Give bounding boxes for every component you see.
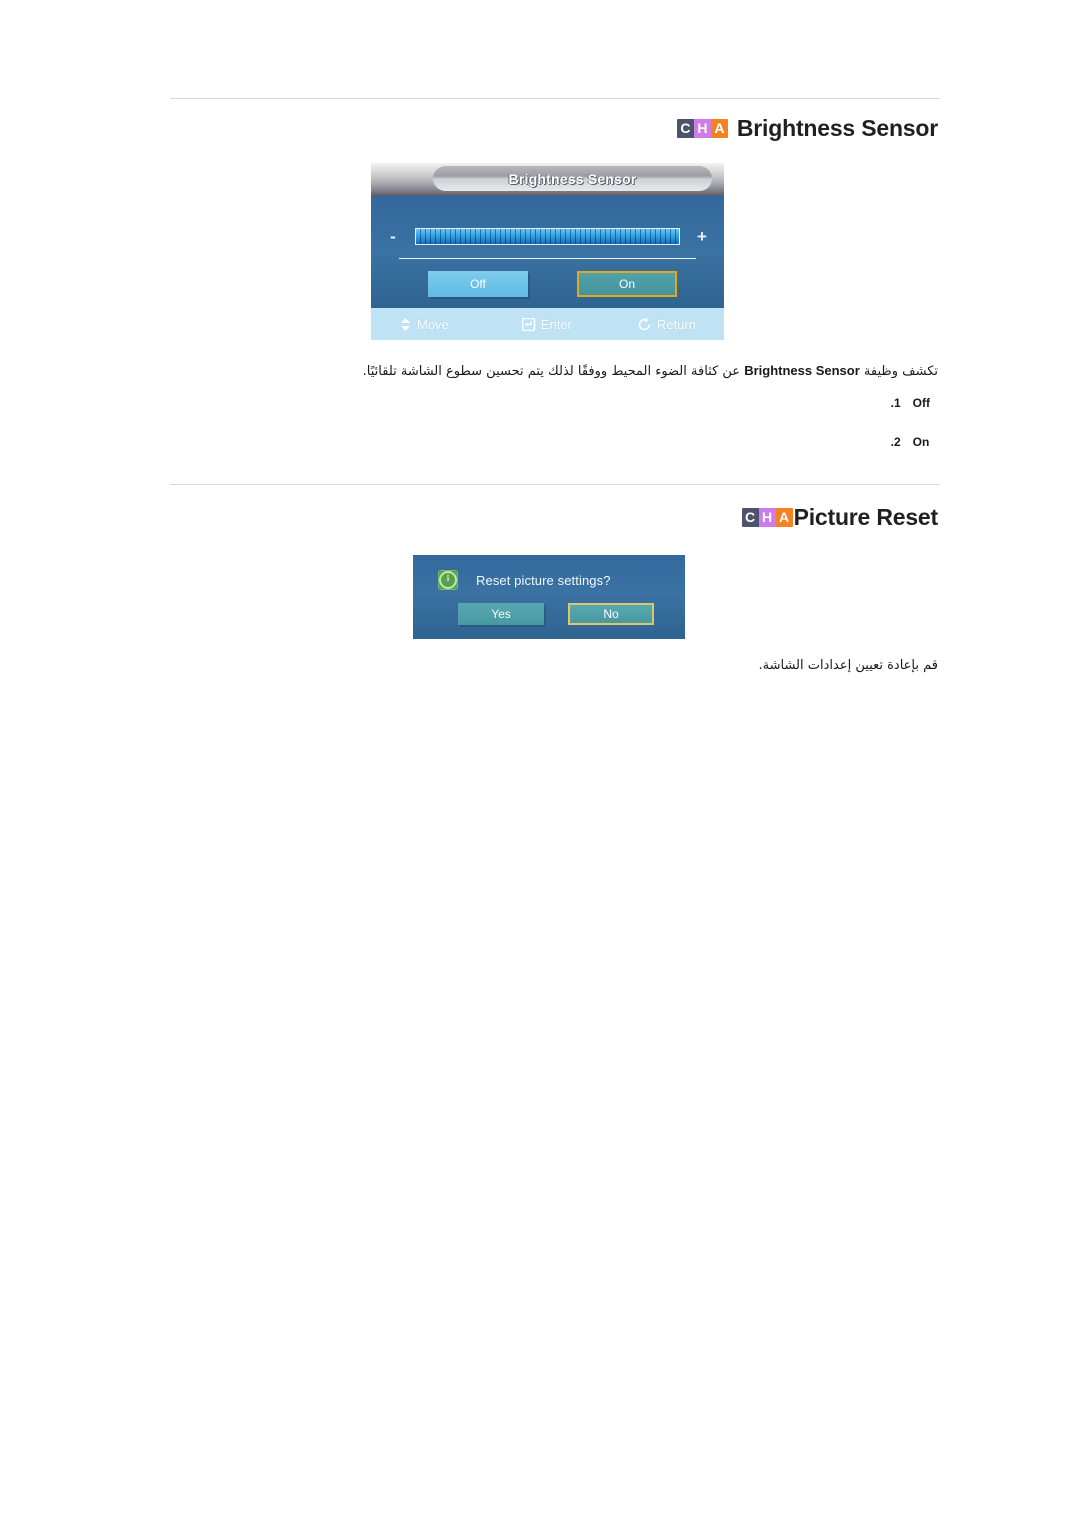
reset-dialog-buttons: Yes No — [413, 603, 685, 627]
cha-logo-icon: C H A — [676, 119, 728, 138]
reset-button-no[interactable]: No — [568, 603, 654, 625]
osd-titlebar: Brightness Sensor — [371, 163, 724, 196]
increase-icon[interactable]: + — [680, 228, 724, 245]
divider-middle — [170, 484, 940, 485]
cha-letter-c: C — [741, 508, 759, 527]
osd-title-pill: Brightness Sensor — [433, 166, 712, 191]
list-item: .2 On — [891, 435, 938, 474]
option-number-2: .2 — [890, 435, 901, 449]
option-number-1: .1 — [890, 396, 901, 410]
document-page: C H A Brightness Sensor Brightness Senso… — [0, 0, 1080, 1527]
list-item: .1 Off — [891, 396, 938, 435]
osd-body: - + Off On — [371, 196, 724, 308]
osd-hint-move-label: Move — [417, 316, 449, 332]
osd-hint-enter-label: Enter — [540, 316, 572, 332]
return-arrow-icon — [638, 317, 652, 331]
osd-panel-brightness-sensor: Brightness Sensor - + Off On Move Enter … — [371, 163, 724, 340]
reset-message-text: Reset picture settings? — [476, 572, 611, 588]
info-icon-glyph: i — [439, 571, 457, 589]
osd-panel-picture-reset: i Reset picture settings? Yes No — [413, 555, 685, 639]
paragraph-term-brightness-sensor: Brightness Sensor — [744, 363, 860, 378]
info-icon: i — [438, 570, 458, 590]
paragraph-picture-reset: قم بإعادة تعيين إعدادات الشاشة. — [758, 658, 939, 673]
section-heading-picture-reset: C H A Picture Reset — [741, 504, 939, 530]
heading-title-brightness-sensor: Brightness Sensor — [736, 115, 938, 141]
osd-button-off[interactable]: Off — [428, 271, 528, 297]
reset-button-yes[interactable]: Yes — [458, 603, 544, 625]
osd-hint-return: Return — [638, 317, 696, 332]
paragraph-brightness-sensor: تكشف وظيفة Brightness Sensor عن كثافة ال… — [363, 360, 938, 383]
osd-button-on[interactable]: On — [577, 271, 677, 297]
paragraph-text-after: عن كثافة الضوء المحيط ووفقًا لذلك يتم تح… — [362, 364, 745, 379]
reset-message-row: i Reset picture settings? — [413, 568, 685, 592]
cha-logo-icon: C H A — [741, 508, 793, 527]
paragraph-text-before: تكشف وظيفة — [859, 364, 938, 379]
option-label-on: On — [912, 435, 930, 449]
divider-top — [170, 98, 940, 99]
decrease-icon[interactable]: - — [371, 228, 415, 245]
osd-slider-row: - + — [371, 223, 724, 249]
cha-letter-h: H — [693, 119, 711, 138]
cha-letter-a: A — [775, 508, 793, 527]
cha-letter-a: A — [710, 119, 728, 138]
section-heading-brightness-sensor: C H A Brightness Sensor — [676, 115, 938, 141]
heading-title-picture-reset: Picture Reset — [793, 504, 939, 530]
osd-title-text: Brightness Sensor — [508, 170, 637, 187]
options-list: .1 Off .2 On — [891, 396, 938, 474]
osd-hint-move: Move — [398, 317, 449, 332]
osd-hint-enter: Enter — [521, 316, 572, 332]
enter-key-icon — [521, 317, 536, 331]
cha-letter-h: H — [758, 508, 776, 527]
option-label-off: Off — [912, 396, 930, 410]
brightness-slider[interactable] — [415, 227, 680, 245]
osd-footer-hints: Move Enter Return — [371, 308, 724, 340]
move-updown-icon — [398, 317, 412, 331]
osd-hint-return-label: Return — [656, 316, 696, 332]
osd-inner-divider — [399, 258, 696, 259]
osd-option-buttons: Off On — [371, 271, 724, 299]
cha-letter-c: C — [676, 119, 694, 138]
